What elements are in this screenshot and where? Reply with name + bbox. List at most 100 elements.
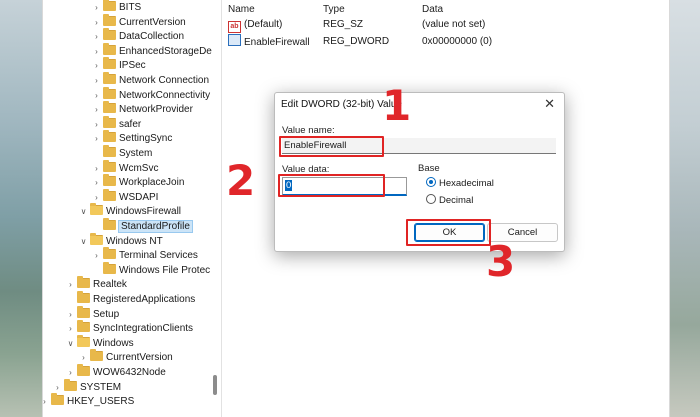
chevron-right-icon[interactable]: › — [92, 132, 101, 146]
tree-item[interactable]: › CurrentVersion — [79, 349, 173, 365]
tree-item[interactable]: › WOW6432Node — [66, 364, 166, 380]
folder-icon — [51, 393, 64, 406]
chevron-right-icon[interactable]: › — [92, 176, 101, 190]
tree-item-label: IPSec — [119, 60, 146, 72]
close-icon[interactable]: ✕ — [544, 96, 555, 112]
chevron-right-icon[interactable]: › — [92, 1, 101, 15]
tree-scrollbar-thumb[interactable] — [213, 375, 217, 395]
folder-icon — [77, 334, 90, 347]
chevron-right-icon[interactable]: › — [92, 162, 101, 176]
chevron-down-icon[interactable]: ∨ — [79, 235, 88, 249]
chevron-right-icon[interactable]: › — [66, 366, 75, 380]
tree-item[interactable]: › Network Connection — [92, 72, 209, 88]
tree-item-label: System — [119, 148, 153, 159]
tree-item-label: WcmSvc — [119, 162, 159, 174]
folder-icon — [103, 115, 116, 128]
tree-item[interactable]: RegisteredApplications — [66, 291, 196, 307]
tree-item[interactable]: › WSDAPI — [92, 188, 159, 205]
value-data: (value not set) — [422, 19, 486, 30]
folder-icon — [90, 203, 103, 216]
tree-item-label: Realtek — [93, 279, 127, 291]
folder-icon — [90, 232, 103, 245]
step-number-3: 3 — [486, 237, 516, 286]
highlight-ok-button — [406, 219, 491, 246]
tree-item-label: Windows NT — [106, 235, 163, 247]
value-type: REG_DWORD — [323, 36, 390, 47]
tree-item-label: Setup — [93, 308, 120, 320]
chevron-right-icon[interactable]: › — [66, 322, 75, 336]
folder-icon — [90, 349, 103, 362]
column-header-data[interactable]: Data — [422, 4, 443, 15]
highlight-value-data — [278, 174, 385, 197]
value-row[interactable]: ab (Default) — [228, 17, 283, 33]
tree-item[interactable]: Windows File Protec — [92, 261, 210, 278]
chevron-right-icon[interactable]: › — [92, 118, 101, 132]
folder-icon — [103, 218, 116, 230]
tree-item-label: HKEY_USERS — [67, 396, 135, 408]
desktop-wallpaper-left — [0, 0, 42, 417]
folder-icon — [77, 291, 90, 303]
tree-item[interactable]: System — [92, 145, 153, 161]
tree-item[interactable]: › SyncIntegrationClients — [66, 320, 194, 336]
folder-icon — [103, 261, 116, 274]
chevron-right-icon[interactable]: › — [66, 278, 75, 292]
folder-icon — [77, 320, 90, 333]
tree-item[interactable]: › Setup — [66, 305, 120, 322]
radio-decimal[interactable]: Decimal — [426, 194, 473, 208]
tree-item[interactable]: ∨ Windows — [66, 334, 134, 351]
chevron-right-icon[interactable]: › — [92, 16, 101, 30]
folder-icon — [103, 188, 116, 201]
tree-item-label: Windows — [93, 337, 134, 349]
chevron-right-icon[interactable]: › — [92, 103, 101, 117]
column-header-type[interactable]: Type — [323, 4, 345, 15]
value-name: EnableFirewall — [244, 37, 310, 48]
tree-item-label: NetworkProvider — [119, 104, 193, 116]
folder-icon — [77, 305, 90, 318]
chevron-down-icon[interactable]: ∨ — [66, 337, 75, 351]
tree-item-label: RegisteredApplications — [93, 294, 196, 305]
tree-item-label: BITS — [119, 2, 142, 13]
value-row[interactable]: EnableFirewall — [228, 34, 310, 49]
chevron-right-icon[interactable]: › — [92, 89, 101, 103]
chevron-right-icon[interactable]: › — [43, 395, 49, 409]
chevron-right-icon[interactable]: › — [92, 74, 101, 88]
tree-item-label: CurrentVersion — [119, 16, 186, 28]
chevron-down-icon[interactable]: ∨ — [79, 205, 88, 219]
tree-item-label: CurrentVersion — [106, 352, 173, 364]
tree-item-label: SyncIntegrationClients — [93, 323, 194, 335]
folder-icon — [103, 159, 116, 172]
folder-icon — [103, 42, 116, 55]
tree-item[interactable]: › safer — [92, 115, 141, 132]
tree-item[interactable]: › HKEY_USERS — [43, 393, 135, 409]
folder-icon — [103, 145, 116, 157]
base-group: Base Hexadecimal Decimal — [418, 163, 554, 211]
radio-hexadecimal[interactable]: Hexadecimal — [426, 177, 494, 191]
tree-item[interactable]: › BITS — [92, 0, 142, 15]
radio-selected-icon — [426, 177, 436, 187]
tree-item-label: StandardProfile — [118, 220, 193, 233]
value-name: (Default) — [244, 19, 283, 30]
tree-item[interactable]: › Realtek — [66, 276, 127, 292]
chevron-right-icon[interactable]: › — [92, 249, 101, 263]
tree-item[interactable]: › WcmSvc — [92, 159, 159, 176]
folder-icon — [64, 378, 77, 391]
chevron-right-icon[interactable]: › — [92, 45, 101, 59]
registry-key-tree[interactable]: › BITS › CurrentVersion › DataCollection › Enha… — [43, 0, 222, 417]
chevron-right-icon[interactable]: › — [66, 308, 75, 322]
tree-item[interactable]: StandardProfile — [92, 218, 193, 234]
tree-item[interactable]: › IPSec — [92, 57, 146, 73]
tree-item[interactable]: ∨ Windows NT — [79, 232, 163, 249]
column-header-name[interactable]: Name — [228, 4, 255, 15]
tree-item-label: DataCollection — [119, 31, 185, 43]
tree-item-label: WindowsFirewall — [106, 206, 182, 218]
tree-item[interactable]: › SYSTEM — [53, 378, 121, 395]
chevron-right-icon[interactable]: › — [92, 30, 101, 44]
folder-icon — [77, 364, 90, 376]
folder-icon — [103, 57, 116, 70]
folder-icon — [103, 174, 116, 187]
tree-item[interactable]: › NetworkConnectivity — [92, 86, 210, 103]
tree-item[interactable]: ∨ WindowsFirewall — [79, 203, 182, 219]
chevron-right-icon[interactable]: › — [92, 59, 101, 73]
tree-item[interactable]: › EnhancedStorageDe — [92, 42, 212, 59]
tree-item-label: WSDAPI — [119, 191, 159, 203]
